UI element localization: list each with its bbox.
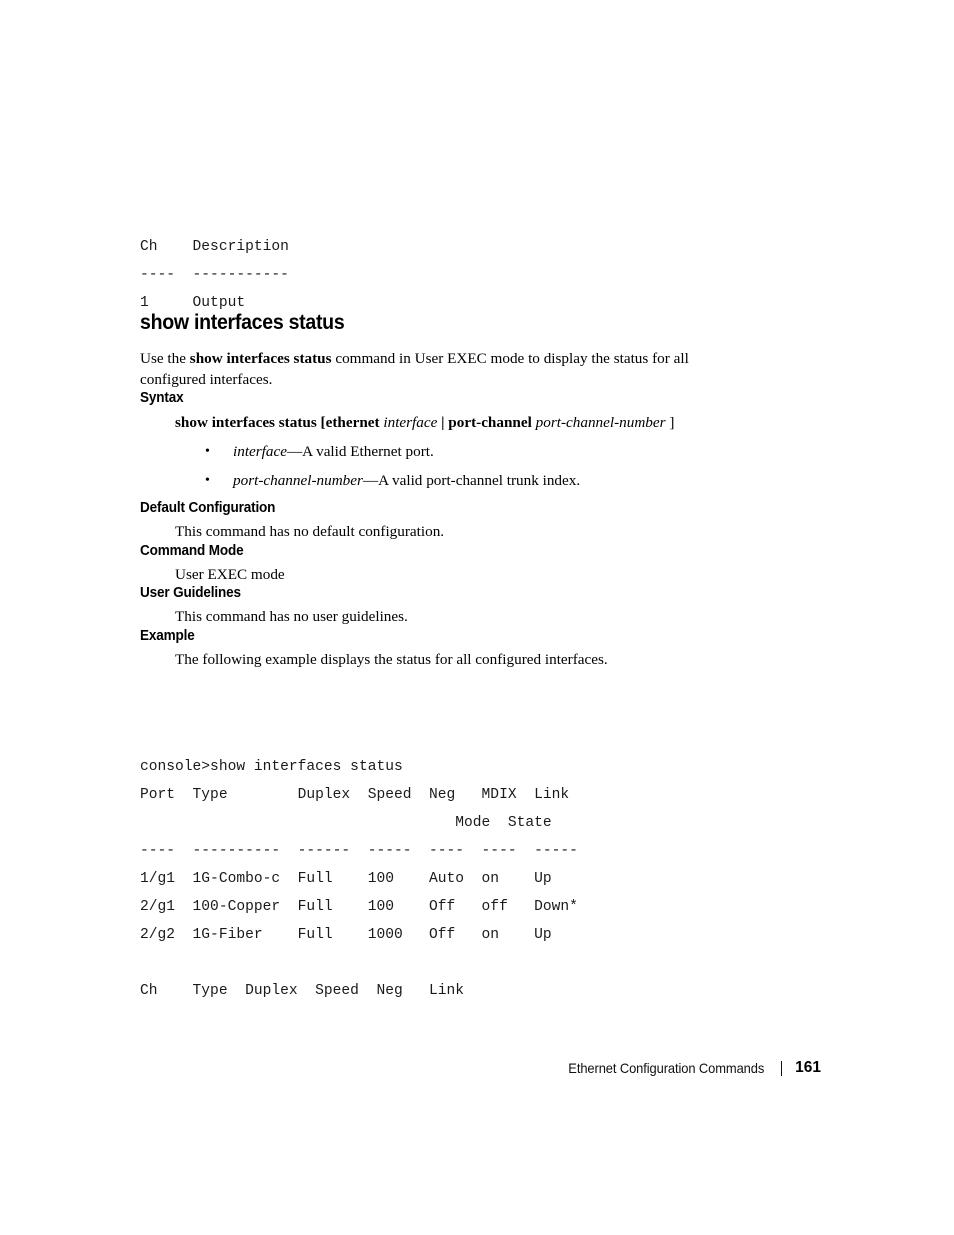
section-heading-syntax: Syntax [140, 390, 184, 406]
parameter-term: interface [233, 443, 287, 460]
command-intro: Use the show interfaces status command i… [140, 349, 710, 390]
section-body-command-mode: User EXEC mode [175, 565, 285, 583]
syntax-part-port-channel-number: port-channel-number [535, 414, 666, 431]
bullet-icon: • [205, 473, 210, 488]
section-heading-example: Example [140, 627, 195, 644]
syntax-part-interface: interface [383, 414, 438, 431]
page-footer: Ethernet Configuration Commands 161 [0, 1059, 954, 1083]
intro-command-name: show interfaces status [189, 350, 332, 367]
parameter-description: —A valid port-channel trunk index. [362, 472, 581, 489]
top-console-output: Ch Description ---- ----------- 1 Output [140, 238, 289, 311]
command-content: Use the show interfaces status command i… [140, 349, 820, 670]
footer-separator-icon [781, 1060, 783, 1076]
footer-chapter-title: Ethernet Configuration Commands [568, 1060, 765, 1076]
syntax-part-1: show interfaces status [ethernet [175, 414, 380, 431]
syntax-usage-line: show interfaces status [ethernet interfa… [175, 413, 820, 433]
page-title: show interfaces status [140, 311, 345, 334]
section-heading-command-mode: Command Mode [140, 542, 244, 559]
intro-lead: Use the [140, 350, 190, 367]
document-page: Ch Description ---- ----------- 1 Output… [0, 0, 954, 1235]
list-item: • port-channel-number—A valid port-channe… [205, 471, 820, 491]
parameter-description: —A valid Ethernet port. [286, 443, 434, 460]
syntax-part-3: | port-channel [441, 414, 532, 431]
section-heading-default-configuration: Default Configuration [140, 500, 276, 516]
list-item: • interface—A valid Ethernet port. [205, 442, 820, 462]
section-heading-user-guidelines: User Guidelines [140, 585, 241, 601]
syntax-part-close-bracket: ] [669, 414, 675, 431]
parameter-term: port-channel-number [233, 472, 363, 489]
example-console-output: console>show interfaces status Port Type… [140, 758, 578, 999]
section-body-example: The following example displays the statu… [175, 650, 608, 668]
footer-page-number: 161 [795, 1059, 821, 1076]
syntax-parameter-list: • interface—A valid Ethernet port. • port-… [140, 442, 820, 491]
footer-inner: Ethernet Configuration Commands 161 [558, 1059, 821, 1077]
bullet-icon: • [205, 444, 210, 459]
section-body-default-configuration: This command has no default configuratio… [175, 523, 445, 540]
section-body-user-guidelines: This command has no user guidelines. [175, 608, 408, 625]
